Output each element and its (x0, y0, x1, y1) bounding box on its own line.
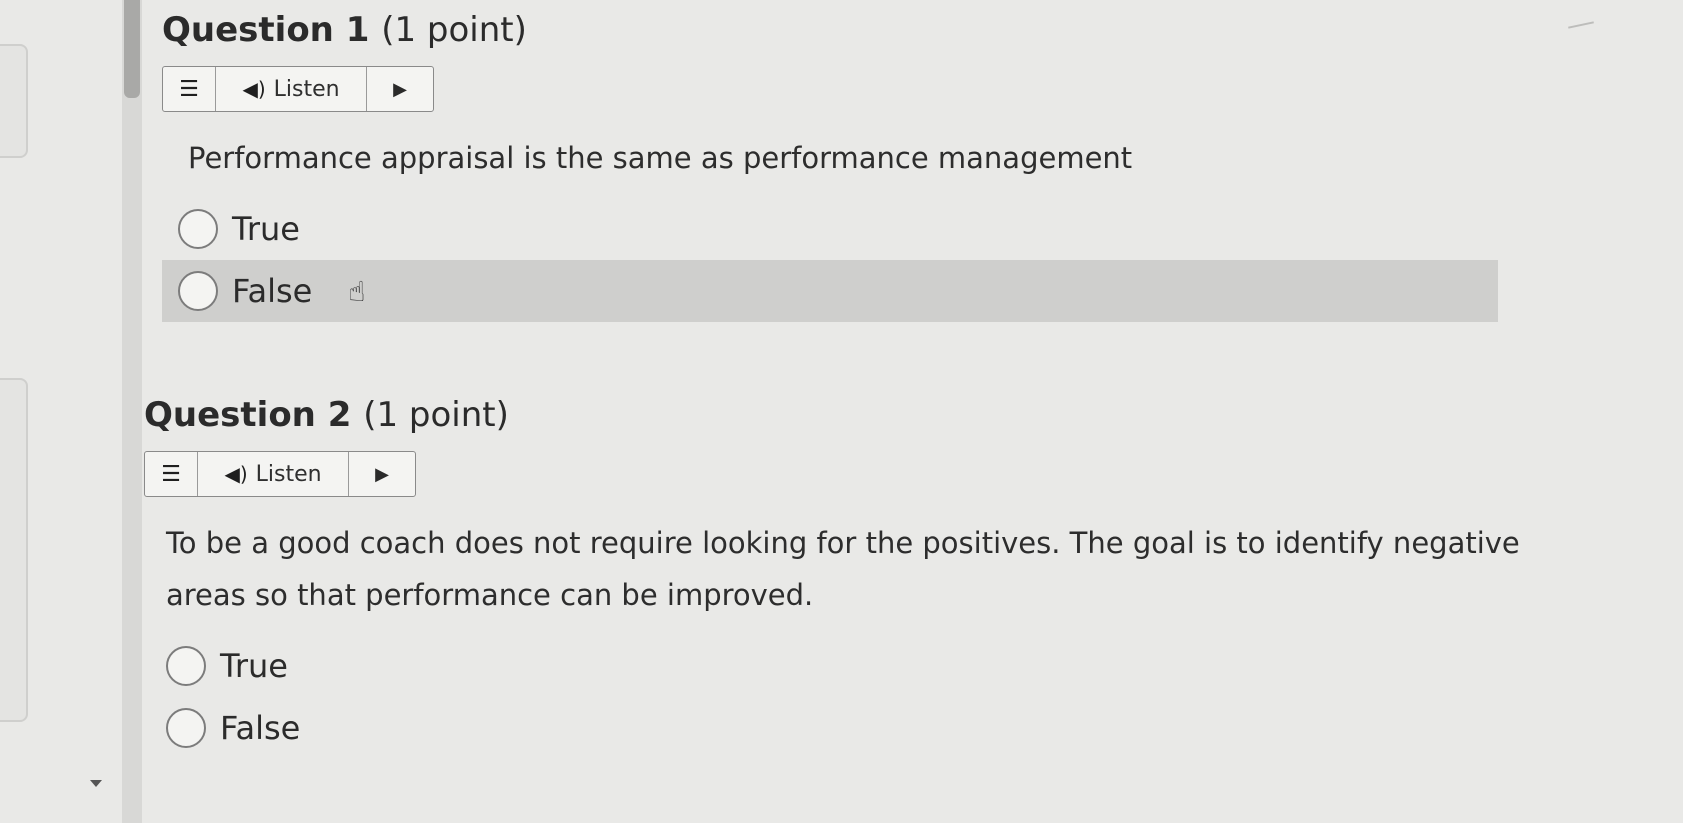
option-true[interactable]: True (162, 198, 1522, 260)
listen-label: Listen (273, 76, 340, 102)
option-true[interactable]: True (144, 635, 1544, 697)
option-false[interactable]: False ☝ (162, 260, 1498, 322)
option-label: False (220, 709, 301, 747)
menu-icon: ☰ (161, 461, 181, 487)
play-icon: ▶ (375, 463, 389, 485)
question-text: Performance appraisal is the same as per… (188, 141, 1133, 175)
listen-menu-button[interactable]: ☰ (145, 452, 198, 496)
question-points: (1 point) (363, 395, 509, 435)
radio-button[interactable] (166, 708, 206, 748)
question-text: To be a good coach does not require look… (166, 526, 1520, 612)
answer-options: True False ☝ (162, 198, 1522, 322)
scrollbar-thumb[interactable] (124, 0, 140, 98)
left-edge-tab (0, 44, 28, 158)
question-number: Question 2 (144, 395, 352, 435)
scrollbar-track[interactable] (122, 0, 142, 823)
question-title: Question 2 (1 point) (144, 395, 1544, 435)
speaker-icon: ◀) (224, 462, 248, 486)
pointer-hand-icon: ☝ (348, 274, 366, 308)
speaker-icon: ◀) (242, 77, 266, 101)
option-false[interactable]: False (144, 697, 1544, 759)
play-icon: ▶ (393, 78, 407, 100)
play-button[interactable]: ▶ (349, 452, 415, 496)
listen-button[interactable]: ◀) Listen (198, 452, 349, 496)
left-edge-tab (0, 378, 28, 722)
question-points: (1 point) (381, 10, 527, 50)
question-title: Question 1 (1 point) (162, 10, 1522, 50)
scroll-down-arrow-icon[interactable] (90, 780, 102, 787)
listen-button[interactable]: ◀) Listen (216, 67, 367, 111)
listen-toolbar: ☰ ◀) Listen ▶ (144, 451, 416, 497)
radio-button[interactable] (166, 646, 206, 686)
listen-toolbar: ☰ ◀) Listen ▶ (162, 66, 434, 112)
play-button[interactable]: ▶ (367, 67, 433, 111)
listen-label: Listen (255, 461, 322, 487)
question-1: Question 1 (1 point) ☰ ◀) Listen ▶ Perfo… (162, 10, 1522, 322)
question-number: Question 1 (162, 10, 370, 50)
radio-button[interactable] (178, 271, 218, 311)
question-2: Question 2 (1 point) ☰ ◀) Listen ▶ To be… (144, 395, 1544, 759)
option-label: True (220, 647, 288, 685)
listen-menu-button[interactable]: ☰ (163, 67, 216, 111)
radio-button[interactable] (178, 209, 218, 249)
divider (1568, 21, 1594, 29)
option-label: False (232, 272, 313, 310)
answer-options: True False (144, 635, 1544, 759)
option-label: True (232, 210, 300, 248)
menu-icon: ☰ (179, 76, 199, 102)
